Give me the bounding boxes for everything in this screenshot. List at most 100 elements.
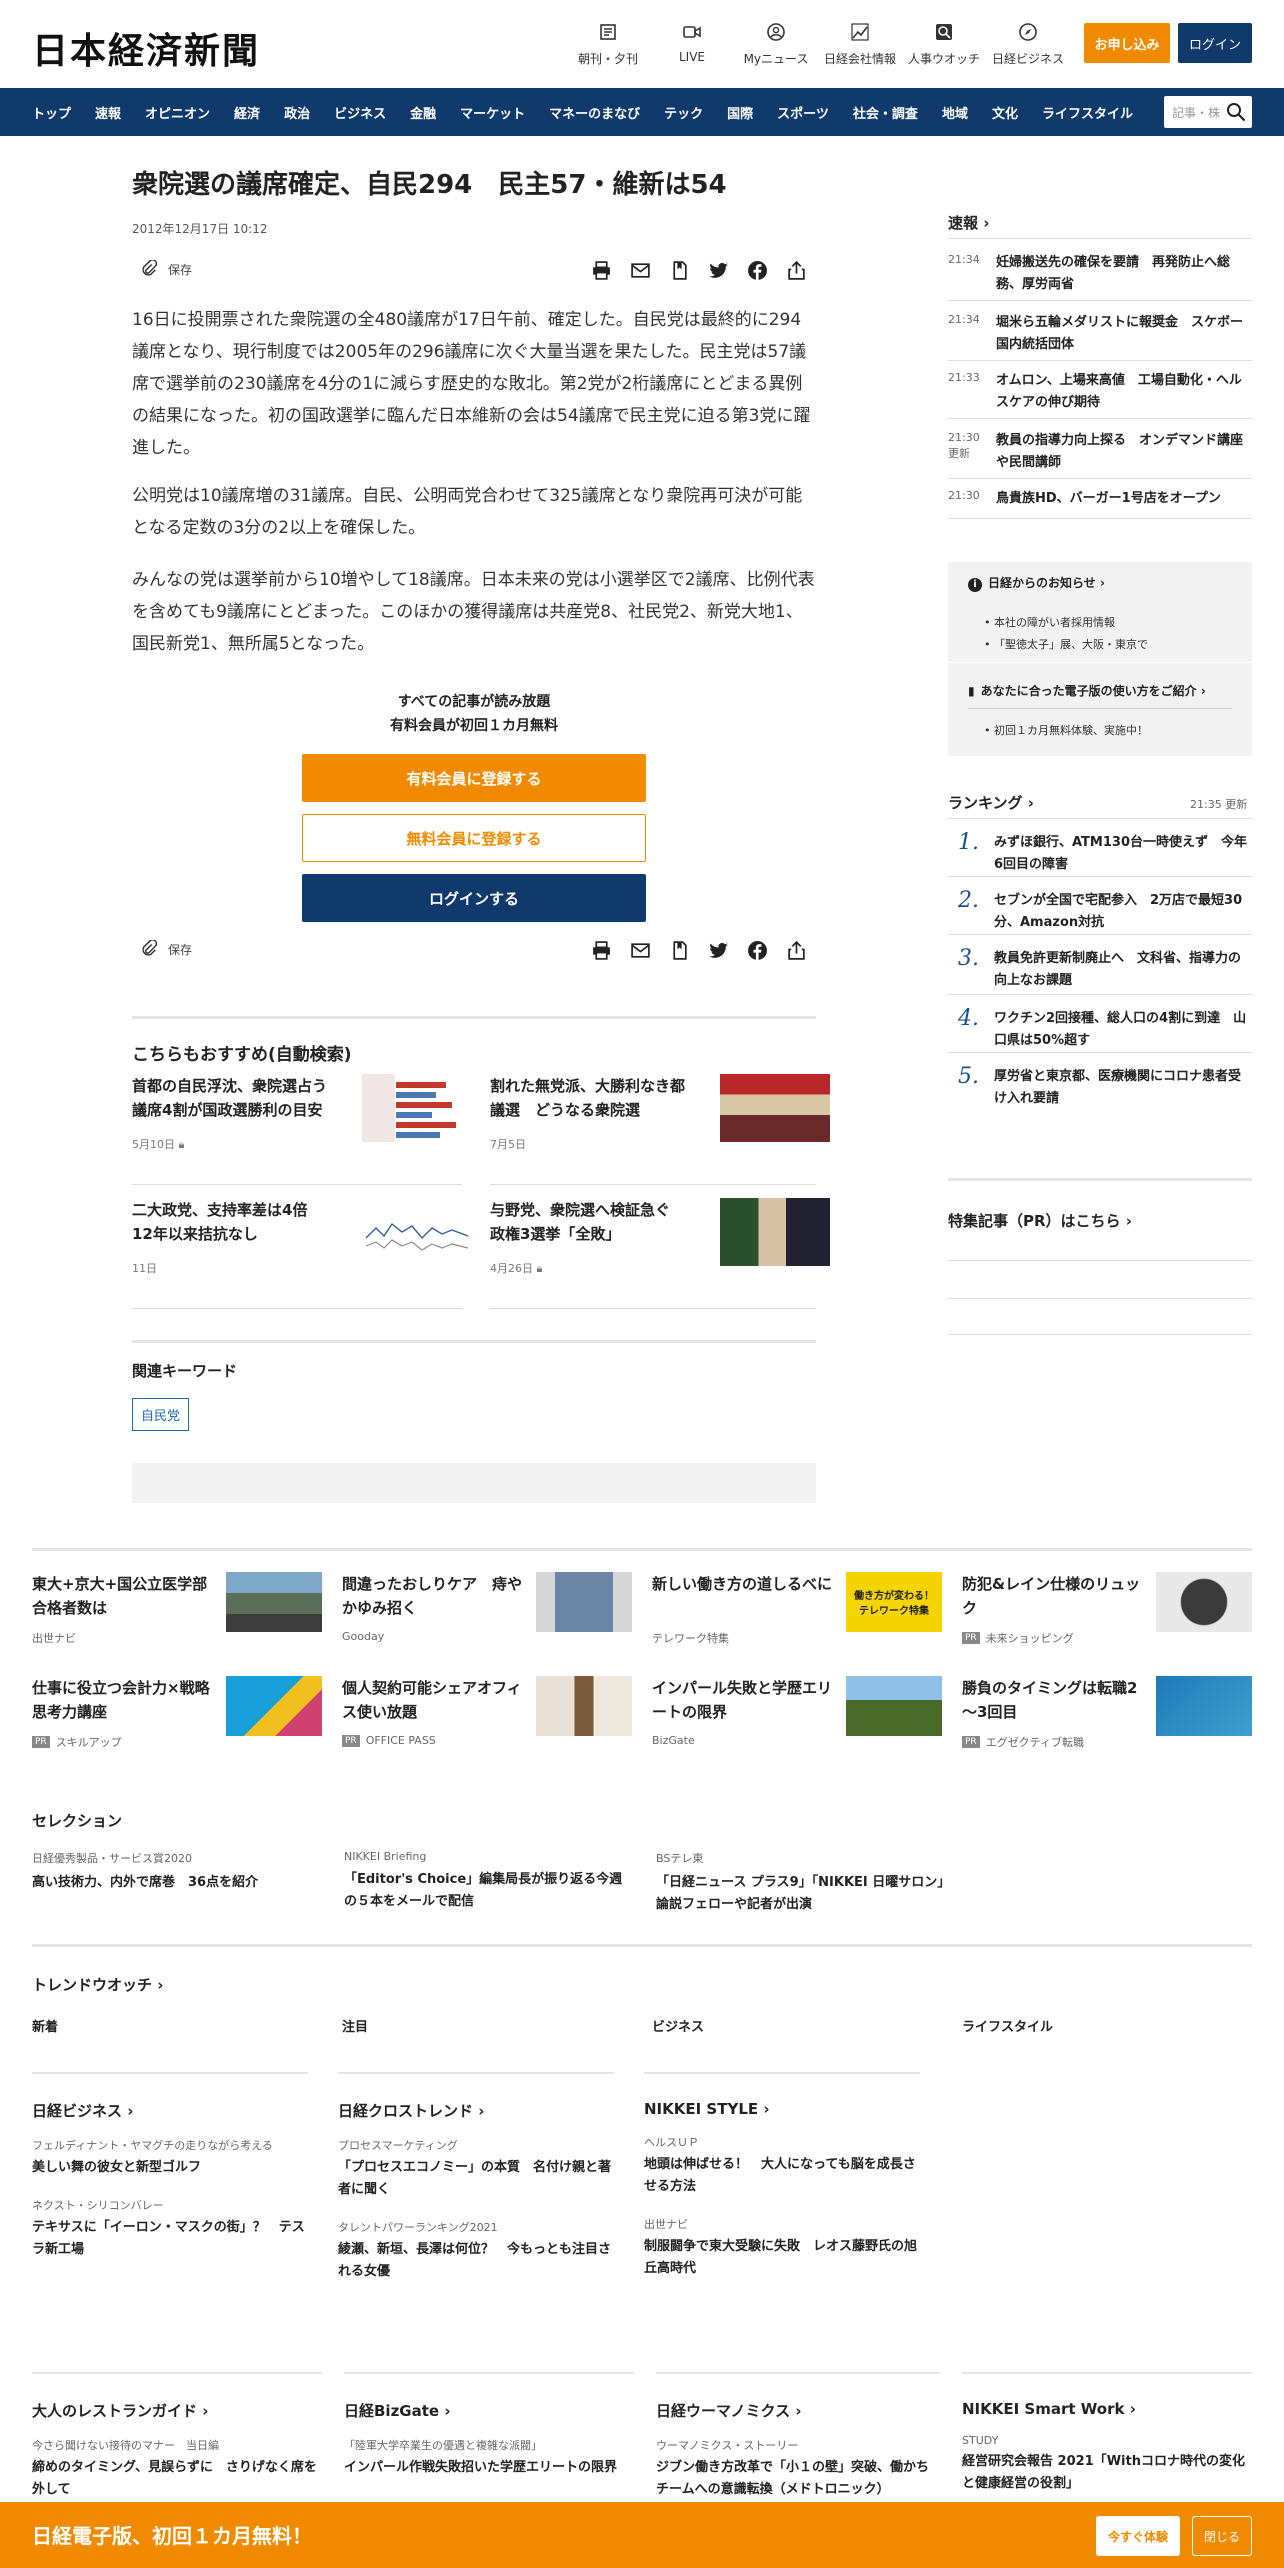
ranking-item[interactable]: 5. 厚労省と東京都、医療機関にコロナ患者受け入れ要請: [948, 1064, 1252, 1122]
guide-title[interactable]: ▮ あなたに合った電子版の使い方をご紹介 ›: [968, 682, 1206, 699]
trend-tab[interactable]: 注目: [342, 2016, 368, 2035]
trend-article[interactable]: プロセスマーケティング 「プロセスエコノミー」の本質 名付け親と著者に聞く: [338, 2137, 614, 2201]
header-link-newspaper[interactable]: 朝刊・夕刊: [563, 22, 653, 67]
share-icon[interactable]: [784, 938, 808, 962]
header-link-personnel-watch[interactable]: 人事ウオッチ: [899, 22, 989, 67]
share-icon[interactable]: [784, 258, 808, 282]
site-logo[interactable]: 日本経済新聞: [32, 22, 260, 74]
trend-article[interactable]: ヘルスＵＰ 地頭は伸ばせる！ 大人になっても脳を成長させる方法: [644, 2134, 920, 2198]
print-icon[interactable]: [589, 938, 613, 962]
trend-column-title[interactable]: 日経ビジネス ›: [32, 2100, 308, 2121]
partner-column-title[interactable]: 大人のレストランガイド ›: [32, 2400, 322, 2421]
header-link-company-info[interactable]: 日経会社情報: [815, 22, 905, 67]
apply-button[interactable]: お申し込み: [1084, 23, 1170, 63]
selection-item[interactable]: NIKKEI Briefing 「Editor's Choice」編集局長が振り…: [344, 1850, 634, 1913]
nav-item[interactable]: 文化: [992, 103, 1018, 122]
ranking-title[interactable]: ランキング ›: [948, 792, 1034, 813]
special-pr-link[interactable]: 特集記事（PR）はこちら ›: [948, 1210, 1132, 1231]
ranking-item[interactable]: 3. 教員免許更新制廃止へ 文科省、指導力の向上なお課題: [948, 946, 1252, 1004]
recommend-item[interactable]: 二大政党、支持率差は4倍 12年以来拮抗なし 11日: [132, 1198, 472, 1290]
trend-tab[interactable]: ライフスタイル: [962, 2016, 1053, 2035]
promo-item[interactable]: 個人契約可能シェアオフィス使い放題 PR OFFICE PASS: [342, 1676, 632, 1756]
keyword-tag[interactable]: 自民党: [132, 1398, 190, 1431]
ranking-item[interactable]: 4. ワクチン2回接種、総人口の4割に到達 山口県は50%超す: [948, 1006, 1252, 1064]
flash-item[interactable]: 21:34 堀米ら五輪メダリストに報奨金 スケボー国内統括団体: [948, 312, 1252, 358]
promo-item[interactable]: 東大+京大+国公立医学部 合格者数は 出世ナビ: [32, 1572, 322, 1652]
promo-item[interactable]: 仕事に役立つ会計力×戦略思考力講座 PR スキルアップ: [32, 1676, 322, 1756]
search-input[interactable]: 記事・株: [1164, 96, 1252, 128]
nav-item[interactable]: 社会・調査: [853, 103, 918, 122]
facebook-icon[interactable]: [745, 938, 769, 962]
twitter-icon[interactable]: [706, 258, 730, 282]
nav-item[interactable]: マネーのまなび: [549, 103, 640, 122]
ranking-item[interactable]: 1. みずほ銀行、ATM130台一時使えず 今年6回目の障害: [948, 830, 1252, 888]
header-link-mynews[interactable]: Myニュース: [731, 22, 821, 67]
trend-article[interactable]: 出世ナビ 制服闘争で東大受験に失敗 レオス藤野氏の旭丘高時代: [644, 2216, 920, 2280]
nav-item[interactable]: トップ: [32, 103, 71, 122]
flash-item[interactable]: 21:33 オムロン、上場来高値 工場自動化・ヘルスケアの伸び期待: [948, 370, 1252, 416]
nav-item[interactable]: ビジネス: [334, 103, 386, 122]
twitter-icon[interactable]: [706, 938, 730, 962]
search-icon[interactable]: [1226, 102, 1246, 122]
selection-item[interactable]: 日経優秀製品・サービス賞2020 高い技術力、内外で席巻 36点を紹介: [32, 1850, 322, 1894]
partner-article[interactable]: ウーマノミクス・ストーリー ジブン働き方改革で「小１の壁」突破、働かちチームへの意…: [656, 2437, 940, 2501]
promo-item[interactable]: 新しい働き方の道しるべに テレワーク特集 働き方が変わる！ テレワーク特集: [652, 1572, 942, 1652]
paywall-login-button[interactable]: ログインする: [302, 874, 646, 922]
trend-column-title[interactable]: NIKKEI STYLE ›: [644, 2100, 920, 2118]
bookmark-icon[interactable]: [667, 258, 691, 282]
promo-item[interactable]: 間違ったおしりケア 痔やかゆみ招く Gooday: [342, 1572, 632, 1652]
recommend-item[interactable]: 首都の自民浮沈、衆院選占う 議席4割が国政選勝利の目安 5月10日 🔒︎: [132, 1074, 472, 1166]
print-icon[interactable]: [589, 258, 613, 282]
nav-item[interactable]: スポーツ: [777, 103, 829, 122]
partner-article[interactable]: 「陸軍大学卒業生の優遇と複雑な派閥」 インパール作戦失敗招いた学歴エリートの限界: [344, 2437, 634, 2479]
mail-icon[interactable]: [628, 938, 652, 962]
recommend-item[interactable]: 与野党、衆院選へ検証急ぐ 政権3選挙「全敗」 4月26日 🔒︎: [490, 1198, 830, 1290]
nav-item[interactable]: 地域: [942, 103, 968, 122]
nav-item[interactable]: ライフスタイル: [1042, 103, 1133, 122]
promo-item[interactable]: 勝負のタイミングは転職2～3回目 PR エグゼクティブ転職: [962, 1676, 1252, 1756]
selection-item[interactable]: BSテレ東 「日経ニュース プラス9」「NIKKEI 日曜サロン」論説フェローや…: [656, 1850, 946, 1916]
nav-item[interactable]: マーケット: [460, 103, 525, 122]
notice-title[interactable]: i 日経からのお知らせ ›: [968, 574, 1105, 592]
nav-item[interactable]: 金融: [410, 103, 436, 122]
notice-item[interactable]: • 「聖徳太子」展、大阪・東京で: [984, 636, 1148, 652]
close-banner-button[interactable]: 閉じる: [1192, 2516, 1252, 2556]
promo-item[interactable]: 防犯&レイン仕様のリュック PR 未来ショッピング: [962, 1572, 1252, 1652]
flash-item[interactable]: 21:30 鳥貴族HD、バーガー1号店をオープン: [948, 488, 1252, 514]
promo-item[interactable]: インパール失敗と学歴エリートの限界 BizGate: [652, 1676, 942, 1756]
trend-article[interactable]: フェルディナント・ヤマグチの走りながら考える 美しい舞の彼女と新型ゴルフ: [32, 2137, 308, 2179]
nav-item[interactable]: 速報: [95, 103, 121, 122]
nav-item[interactable]: テック: [664, 103, 703, 122]
save-button[interactable]: 保存: [140, 940, 192, 958]
partner-column-title[interactable]: 日経BizGate ›: [344, 2400, 634, 2421]
header-link-live[interactable]: LIVE: [647, 22, 737, 64]
flash-news-title[interactable]: 速報 ›: [948, 212, 989, 233]
notice-item[interactable]: • 本社の障がい者採用情報: [984, 614, 1115, 630]
login-button[interactable]: ログイン: [1178, 23, 1252, 63]
nav-item[interactable]: 国際: [727, 103, 753, 122]
trend-tab[interactable]: ビジネス: [652, 2016, 704, 2035]
mail-icon[interactable]: [628, 258, 652, 282]
recommend-item[interactable]: 割れた無党派、大勝利なき都議選 どうなる衆院選 7月5日: [490, 1074, 830, 1166]
partner-column-title[interactable]: NIKKEI Smart Work ›: [962, 2400, 1252, 2418]
nav-item[interactable]: 政治: [284, 103, 310, 122]
partner-article[interactable]: 今さら聞けない接待のマナー 当日編 締めのタイミング、見誤らずに さりげなく席を外…: [32, 2437, 322, 2501]
facebook-icon[interactable]: [745, 258, 769, 282]
register-free-button[interactable]: 無料会員に登録する: [302, 814, 646, 862]
flash-item[interactable]: 21:34 妊婦搬送先の確保を要請 再発防止へ総務、厚労両省: [948, 252, 1252, 298]
partner-article[interactable]: STUDY 経営研究会報告 2021「Withコロナ時代の変化と健康経営の役割」: [962, 2434, 1252, 2495]
trend-column-title[interactable]: 日経クロストレンド ›: [338, 2100, 614, 2121]
save-button[interactable]: 保存: [140, 260, 192, 278]
flash-item[interactable]: 21:30 更新 教員の指導力向上探る オンデマンド講座や民間講師: [948, 430, 1252, 476]
header-link-nikkei-business[interactable]: 日経ビジネス: [983, 22, 1073, 67]
trend-tab[interactable]: 新着: [32, 2016, 58, 2035]
partner-column-title[interactable]: 日経ウーマノミクス ›: [656, 2400, 940, 2421]
ranking-item[interactable]: 2. セブンが全国で宅配参入 2万店で最短30分、Amazon対抗: [948, 888, 1252, 946]
bookmark-icon[interactable]: [667, 938, 691, 962]
trend-watch-title[interactable]: トレンドウオッチ ›: [32, 1974, 163, 1995]
nav-item[interactable]: 経済: [234, 103, 260, 122]
try-now-button[interactable]: 今すぐ体験: [1096, 2516, 1180, 2556]
nav-item[interactable]: オピニオン: [145, 103, 210, 122]
trend-article[interactable]: ネクスト・シリコンバレー テキサスに「イーロン・マスクの街」？ テスラ新工場: [32, 2197, 308, 2261]
register-paid-button[interactable]: 有料会員に登録する: [302, 754, 646, 802]
